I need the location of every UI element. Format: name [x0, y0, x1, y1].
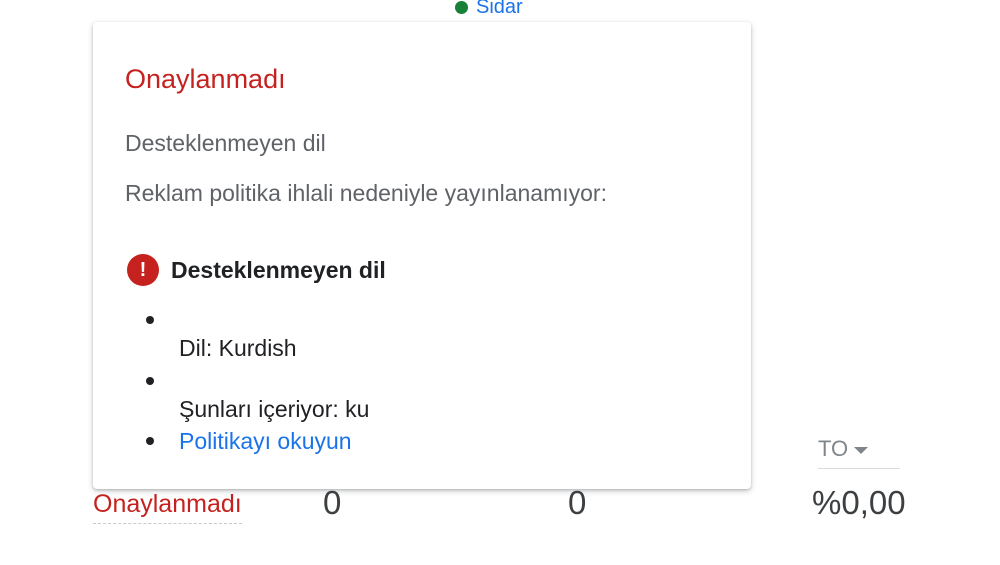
list-item: Dil: Kurdish [179, 335, 297, 361]
bullet-icon [146, 377, 154, 385]
status-popover: Onaylanmadı Desteklenmeyen dil Reklam po… [93, 22, 751, 489]
column-select-value: TO [818, 436, 849, 461]
column-select[interactable]: TO [818, 436, 900, 469]
error-icon: ! [127, 254, 159, 286]
row-status-text[interactable]: Onaylanmadı [93, 490, 242, 524]
policy-issue-title: Desteklenmeyen dil [171, 256, 386, 283]
read-policy-link[interactable]: Politikayı okuyun [179, 428, 352, 455]
bullet-icon [146, 316, 154, 324]
row-value-3: %0,00 [812, 484, 906, 521]
campaign-name[interactable]: Sidar [476, 0, 523, 19]
campaign-label[interactable]: Sidar [455, 0, 523, 19]
status-dot-icon [455, 1, 468, 14]
list-item: Şunları içeriyor: ku [179, 396, 370, 422]
policy-issue: ! Desteklenmeyen dil [127, 254, 386, 286]
row-value-2: 0 [568, 484, 587, 521]
popover-reason: Desteklenmeyen dil [125, 130, 326, 156]
row-value-1: 0 [323, 484, 342, 521]
bullet-icon [146, 437, 154, 445]
caret-down-icon [854, 446, 869, 454]
popover-title: Onaylanmadı [125, 64, 286, 94]
popover-description: Reklam politika ihlali nedeniyle yayınla… [125, 180, 607, 206]
